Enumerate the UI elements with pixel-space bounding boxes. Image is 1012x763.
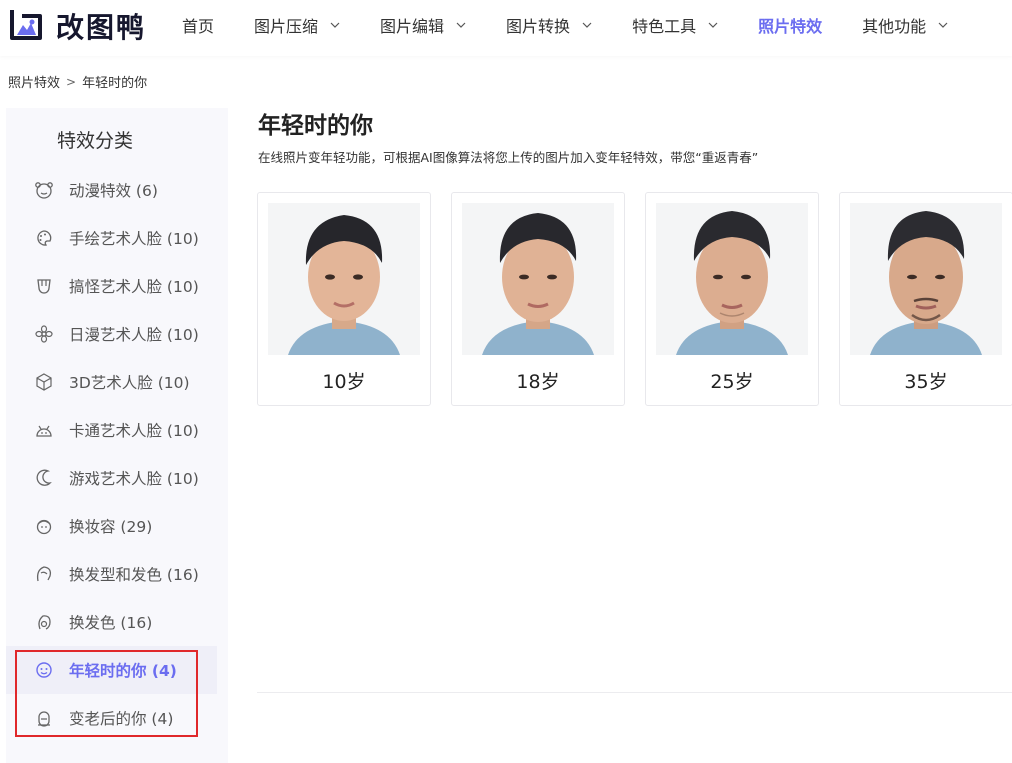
hair-icon (34, 564, 54, 584)
brand-logo[interactable]: 改图鸭 (8, 6, 146, 46)
effect-card-age-18[interactable]: 18岁 (451, 192, 625, 406)
portrait-thumbnail (268, 203, 420, 355)
card-age-label: 25岁 (710, 371, 754, 393)
nav-label: 图片转换 (506, 17, 571, 36)
effect-card-list: 10岁 18岁 25岁 35岁 (257, 192, 1012, 406)
chevron-down-icon (938, 22, 948, 28)
sidebar-item-funny[interactable]: 搞怪艺术人脸 (10) (6, 262, 228, 310)
sidebar-item-label: 日漫艺术人脸 (10) (69, 326, 199, 344)
sidebar-item-label: 动漫特效 (6) (69, 182, 158, 200)
portrait-thumbnail (462, 203, 614, 355)
portrait-thumbnail (850, 203, 1002, 355)
sidebar-item-label: 3D艺术人脸 (10) (69, 374, 190, 392)
portrait-thumbnail (656, 203, 808, 355)
sidebar-item-label: 换发色 (16) (69, 614, 153, 632)
sidebar-item-label: 换发型和发色 (16) (69, 566, 199, 584)
effect-card-age-10[interactable]: 10岁 (257, 192, 431, 406)
chevron-down-icon (582, 22, 592, 28)
sidebar-title: 特效分类 (57, 130, 134, 152)
effect-card-age-35[interactable]: 35岁 (839, 192, 1012, 406)
sidebar-item-3d[interactable]: 3D艺术人脸 (10) (6, 358, 228, 406)
nav-item-compress[interactable]: 图片压缩 (254, 13, 340, 37)
sidebar-item-makeup[interactable]: 换妆容 (29) (6, 502, 228, 550)
card-age-label: 18岁 (516, 371, 560, 393)
logo-mark-icon (8, 8, 44, 44)
sidebar-item-label: 换妆容 (29) (69, 518, 153, 536)
sidebar-item-game[interactable]: 游戏艺术人脸 (10) (6, 454, 228, 502)
effect-card-age-25[interactable]: 25岁 (645, 192, 819, 406)
sidebar-item-hairstyle[interactable]: 换发型和发色 (16) (6, 550, 228, 598)
annotation-highlight-box (15, 650, 198, 737)
bear-face-icon (34, 180, 54, 200)
nav-item-photo-effects[interactable]: 照片特效 (758, 13, 822, 37)
sidebar-item-label: 游戏艺术人脸 (10) (69, 470, 199, 488)
sidebar-item-japanese[interactable]: 日漫艺术人脸 (10) (6, 310, 228, 358)
content-divider (257, 692, 1012, 693)
nav-item-home[interactable]: 首页 (182, 13, 214, 37)
sidebar-item-cartoon[interactable]: 卡通艺术人脸 (10) (6, 406, 228, 454)
sidebar-item-label: 手绘艺术人脸 (10) (69, 230, 199, 248)
nav-item-convert[interactable]: 图片转换 (506, 13, 592, 37)
sidebar-item-label: 卡通艺术人脸 (10) (69, 422, 199, 440)
sidebar-item-hair-color[interactable]: 换发色 (16) (6, 598, 228, 646)
cube-icon (34, 372, 54, 392)
nav-label: 照片特效 (758, 17, 823, 36)
sidebar-item-hand-drawn[interactable]: 手绘艺术人脸 (10) (6, 214, 228, 262)
nav-label: 图片压缩 (254, 17, 319, 36)
top-header: 改图鸭 首页 图片压缩 图片编辑 图片转换 特色工具 照片特效 其他功能 (0, 0, 1012, 56)
breadcrumb-parent-link[interactable]: 照片特效 (8, 72, 60, 91)
makeup-face-icon (34, 516, 54, 536)
palette-icon (34, 228, 54, 248)
flower-icon (34, 324, 54, 344)
nav-item-other[interactable]: 其他功能 (862, 13, 948, 37)
nav-item-tools[interactable]: 特色工具 (632, 13, 718, 37)
page-description: 在线照片变年轻功能，可根据AI图像算法将您上传的图片加入变年轻特效，带您“重返青… (258, 150, 759, 165)
breadcrumb: 照片特效 > 年轻时的你 (8, 72, 148, 92)
nav-label: 特色工具 (632, 17, 697, 36)
breadcrumb-separator: > (66, 74, 77, 89)
nav-label: 首页 (182, 17, 215, 36)
breadcrumb-current: 年轻时的你 (82, 76, 148, 91)
chevron-down-icon (456, 22, 466, 28)
nav-item-edit[interactable]: 图片编辑 (380, 13, 466, 37)
sidebar-item-label: 搞怪艺术人脸 (10) (69, 278, 199, 296)
cup-icon (34, 276, 54, 296)
sidebar-item-anime[interactable]: 动漫特效 (6) (6, 166, 228, 214)
chevron-down-icon (330, 22, 340, 28)
hair-color-icon (34, 612, 54, 632)
chevron-down-icon (708, 22, 718, 28)
nav-label: 其他功能 (862, 17, 927, 36)
card-age-label: 35岁 (904, 371, 948, 393)
nav-label: 图片编辑 (380, 17, 445, 36)
robot-icon (34, 420, 54, 440)
brand-name: 改图鸭 (56, 11, 147, 44)
page-title: 年轻时的你 (258, 113, 373, 139)
moon-icon (34, 468, 54, 488)
main-nav: 首页 图片压缩 图片编辑 图片转换 特色工具 照片特效 其他功能 (182, 0, 988, 50)
card-age-label: 10岁 (322, 371, 366, 393)
